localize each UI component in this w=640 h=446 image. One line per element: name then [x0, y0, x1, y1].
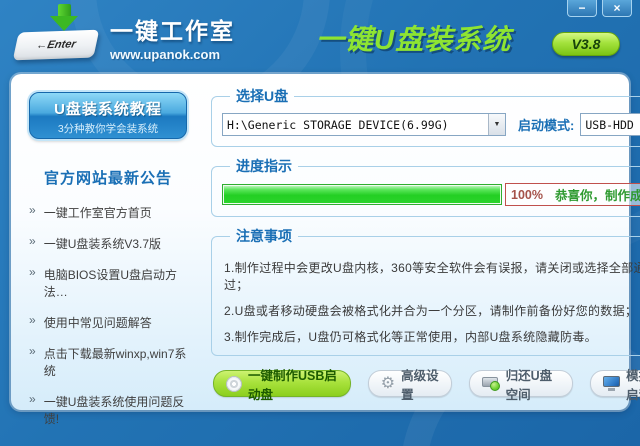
sidebar: U盘装系统教程 3分种教你学会装系统 官方网站最新公告 » 一键工作室官方首页 … [11, 74, 203, 410]
content-area: 选择U盘 H:\Generic STORAGE DEVICE(6.99G) ▼ … [203, 74, 640, 410]
app-title: 一键U盘装系统 [316, 18, 511, 58]
monitor-icon [603, 376, 620, 391]
progress-fill [224, 186, 500, 203]
enter-key-icon: ←Enter [16, 4, 98, 62]
tutorial-button[interactable]: U盘装系统教程 3分种教你学会装系统 [29, 92, 187, 139]
chevron-down-icon: ▼ [494, 121, 501, 128]
close-button[interactable]: × [602, 0, 632, 17]
advanced-settings-label: 高级设置 [401, 365, 439, 403]
simulate-boot-button[interactable]: 模拟启动 [590, 370, 640, 397]
arrow-bullet-icon: » [29, 204, 36, 217]
tutorial-button-title: U盘装系统教程 [30, 98, 186, 119]
usb-device-select[interactable]: H:\Generic STORAGE DEVICE(6.99G) ▼ [222, 113, 506, 136]
sidebar-link-bios-setup[interactable]: » 电脑BIOS设置U盘启动方法… [29, 266, 195, 300]
announcement-links: » 一键工作室官方首页 » 一键U盘装系统V3.7版 » 电脑BIOS设置U盘启… [29, 204, 195, 427]
cd-icon [226, 376, 242, 392]
announcements-title: 官方网站最新公告 [29, 167, 187, 188]
window-controls: − × [567, 0, 632, 17]
arrow-bullet-icon: » [29, 266, 36, 279]
success-message: 恭喜你，制作成功! [555, 185, 640, 204]
arrow-bullet-icon: » [29, 393, 36, 406]
usb-device-value: H:\Generic STORAGE DEVICE(6.99G) [223, 118, 488, 132]
sidebar-link-v37[interactable]: » 一键U盘装系统V3.7版 [29, 235, 195, 252]
sidebar-link-homepage[interactable]: » 一键工作室官方首页 [29, 204, 195, 221]
select-usb-legend: 选择U盘 [230, 86, 294, 106]
sidebar-link-label: 一键U盘装系统使用问题反馈! [44, 393, 195, 427]
app-window: − × ←Enter 一键工作室 www.upanok.com 一键U盘装系统 … [0, 0, 640, 446]
arrow-bullet-icon: » [29, 235, 36, 248]
sidebar-link-label: 一键工作室官方首页 [44, 204, 152, 221]
restore-usb-space-button[interactable]: 归还U盘空间 [469, 370, 574, 397]
simulate-boot-label: 模拟启动 [626, 365, 640, 403]
minimize-icon: − [578, 1, 585, 15]
main-panel: U盘装系统教程 3分种教你学会装系统 官方网站最新公告 » 一键工作室官方首页 … [11, 74, 629, 410]
gear-icon: ⚙ [381, 376, 395, 392]
restore-usb-space-label: 归还U盘空间 [506, 365, 561, 403]
brand-name: 一键工作室 [110, 12, 235, 46]
sidebar-link-label: 电脑BIOS设置U盘启动方法… [44, 266, 195, 300]
version-badge: V3.8 [552, 32, 620, 56]
notes-legend: 注意事项 [230, 226, 298, 246]
boot-mode-select[interactable]: USB-HDD ▼ [580, 113, 640, 136]
sidebar-link-download[interactable]: » 点击下载最新winxp,win7系统 [29, 345, 195, 379]
sidebar-link-feedback[interactable]: » 一键U盘装系统使用问题反馈! [29, 393, 195, 427]
tutorial-button-subtitle: 3分种教你学会装系统 [30, 121, 186, 136]
boot-mode-value: USB-HDD [581, 118, 640, 132]
note-line: 1.制作过程中会更改U盘内核，360等安全软件会有误报，请关闭或选择全部通过； [224, 259, 640, 293]
select-usb-fieldset: 选择U盘 H:\Generic STORAGE DEVICE(6.99G) ▼ … [211, 86, 640, 147]
progress-fieldset: 进度指示 100% 恭喜你，制作成功! [211, 156, 640, 217]
sidebar-link-faq[interactable]: » 使用中常见问题解答 [29, 314, 195, 331]
action-buttons-row: 一键制作USB启动盘 ⚙ 高级设置 归还U盘空间 [211, 370, 640, 397]
progress-bar [222, 184, 502, 205]
close-icon: × [613, 1, 620, 15]
progress-percent: 100% [511, 188, 543, 202]
notes-fieldset: 注意事项 1.制作过程中会更改U盘内核，360等安全软件会有误报，请关闭或选择全… [211, 226, 640, 356]
arrow-bullet-icon: » [29, 345, 36, 358]
result-message-box: 100% 恭喜你，制作成功! [505, 183, 640, 206]
minimize-button[interactable]: − [567, 0, 597, 17]
arrow-bullet-icon: » [29, 314, 36, 327]
advanced-settings-button[interactable]: ⚙ 高级设置 [368, 370, 452, 397]
boot-mode-label: 启动模式: [518, 115, 574, 134]
note-line: 3.制作完成后，U盘仍可格式化等正常使用，内部U盘系统隐藏防毒。 [224, 328, 640, 345]
make-usb-boot-label: 一键制作USB启动盘 [248, 365, 338, 403]
drive-globe-icon [482, 376, 500, 391]
progress-legend: 进度指示 [230, 156, 298, 176]
brand-site-url: www.upanok.com [110, 47, 235, 62]
make-usb-boot-button[interactable]: 一键制作USB启动盘 [213, 370, 351, 397]
sidebar-link-label: 一键U盘装系统V3.7版 [44, 235, 161, 252]
enter-key-label: ←Enter [35, 38, 77, 51]
note-line: 2.U盘或者移动硬盘会被格式化并合为一个分区，请制作前备份好您的数据； [224, 302, 640, 319]
sidebar-link-label: 使用中常见问题解答 [44, 314, 152, 331]
app-logo: ←Enter 一键工作室 www.upanok.com [16, 4, 235, 62]
sidebar-link-label: 点击下载最新winxp,win7系统 [44, 345, 195, 379]
